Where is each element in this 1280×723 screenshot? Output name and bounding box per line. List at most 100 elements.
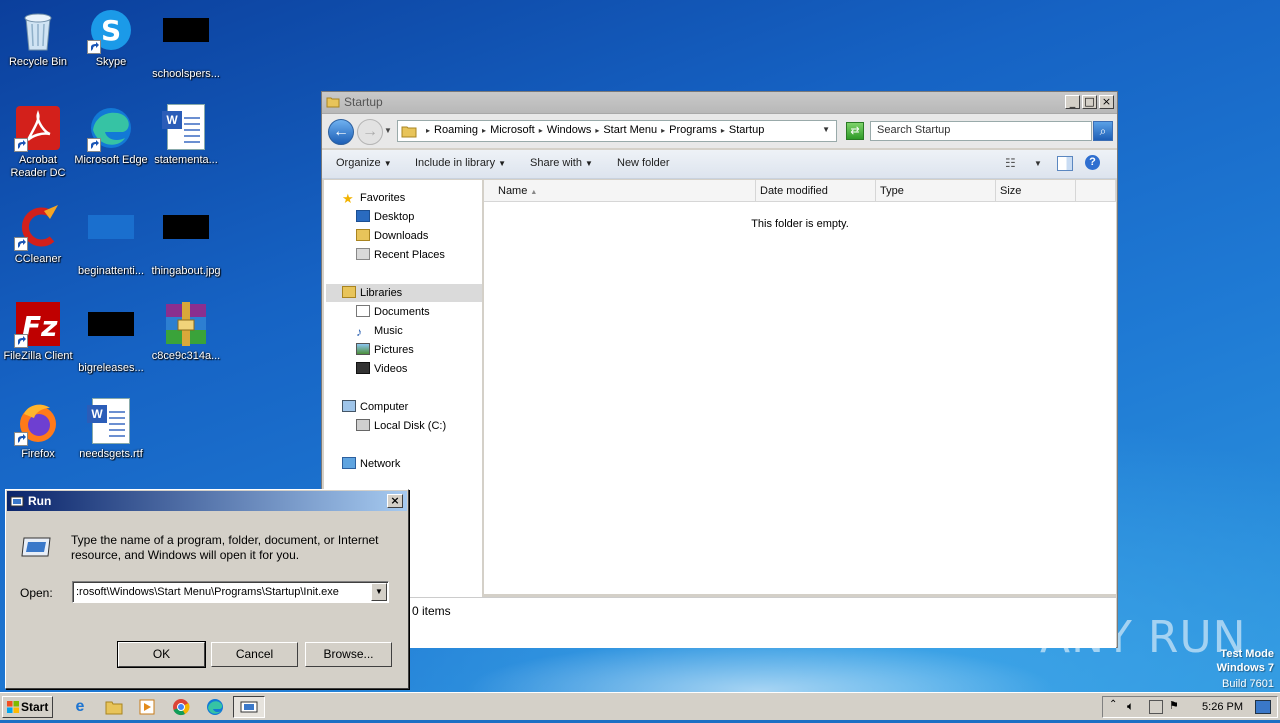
taskbar-run-dialog[interactable] bbox=[233, 696, 265, 718]
preview-pane-icon[interactable] bbox=[1057, 156, 1073, 171]
nav-pictures-label: Pictures bbox=[374, 344, 414, 356]
minimize-button[interactable]: _ bbox=[1065, 95, 1080, 109]
action-center-flag-icon[interactable]: ⚑ bbox=[1169, 699, 1179, 712]
column-header-name[interactable]: Name ▲ bbox=[484, 180, 756, 202]
breadcrumb-roaming[interactable]: Roaming bbox=[434, 124, 478, 138]
desktop-icon-ccleaner[interactable]: CCleaner bbox=[0, 203, 76, 266]
maximize-button[interactable]: □ bbox=[1082, 95, 1097, 109]
breadcrumb: ▸ Roaming ▸ Microsoft ▸ Windows ▸ Start … bbox=[426, 124, 764, 138]
desktop-icon-filezilla[interactable]: Fz FileZilla Client bbox=[0, 300, 76, 363]
desktop-icon-thingabout[interactable]: thingabout.jpg bbox=[148, 203, 224, 278]
folder-icon bbox=[105, 701, 123, 715]
include-in-library-menu[interactable]: Include in library ▼ bbox=[415, 157, 506, 169]
nav-network[interactable]: Network bbox=[342, 455, 400, 473]
file-icon bbox=[87, 215, 135, 263]
clock[interactable]: 5:26 PM bbox=[1202, 701, 1243, 713]
nav-local-disk[interactable]: Local Disk (C:) bbox=[356, 417, 446, 435]
ok-button[interactable]: OK bbox=[117, 641, 206, 668]
nav-pictures[interactable]: Pictures bbox=[356, 341, 414, 359]
new-folder-button[interactable]: New folder bbox=[617, 157, 670, 169]
shortcut-arrow-icon bbox=[14, 432, 28, 446]
column-header-size[interactable]: Size bbox=[996, 180, 1076, 202]
desktop-icon-recycle-bin[interactable]: Recycle Bin bbox=[0, 6, 76, 69]
change-view-icon[interactable]: ☷ bbox=[1005, 156, 1016, 170]
breadcrumb-separator-icon[interactable]: ▸ bbox=[595, 124, 599, 138]
nav-computer[interactable]: Computer bbox=[342, 398, 408, 416]
breadcrumb-startup[interactable]: Startup bbox=[729, 124, 764, 138]
documents-icon bbox=[356, 305, 370, 317]
taskbar-internet-explorer[interactable]: e bbox=[68, 696, 92, 718]
taskbar-chrome[interactable] bbox=[169, 696, 193, 718]
organize-label: Organize bbox=[336, 157, 381, 169]
image-file-icon bbox=[162, 18, 210, 66]
network-status-icon[interactable] bbox=[1149, 700, 1163, 714]
desktop-icon-schoolspers[interactable]: schoolspers... bbox=[148, 6, 224, 81]
close-button[interactable]: × bbox=[1099, 95, 1114, 109]
start-button[interactable]: Start bbox=[2, 696, 53, 718]
run-titlebar[interactable]: Run × bbox=[7, 491, 407, 511]
back-button[interactable]: ← bbox=[328, 119, 354, 145]
desktop-icon-beginattention[interactable]: beginattenti... bbox=[73, 203, 149, 278]
volume-icon[interactable]: 🔈︎ bbox=[1127, 699, 1134, 714]
column-header-type[interactable]: Type bbox=[876, 180, 996, 202]
nav-downloads[interactable]: Downloads bbox=[356, 227, 428, 245]
desktop-icon-bigreleases[interactable]: bigreleases... bbox=[73, 300, 149, 375]
desktop-icon-winrar-archive[interactable]: c8ce9c314a... bbox=[148, 300, 224, 363]
forward-button[interactable]: → bbox=[357, 119, 383, 145]
taskbar-edge[interactable] bbox=[203, 696, 227, 718]
window-title: Startup bbox=[344, 95, 383, 109]
refresh-button[interactable]: ⇄ bbox=[846, 122, 864, 140]
taskbar-explorer[interactable] bbox=[102, 696, 126, 718]
help-icon[interactable]: ? bbox=[1085, 155, 1100, 170]
nav-libraries[interactable]: Libraries bbox=[342, 284, 402, 302]
breadcrumb-start-menu[interactable]: Start Menu bbox=[603, 124, 657, 138]
cancel-button[interactable]: Cancel bbox=[211, 642, 298, 667]
recent-pages-chevron-icon[interactable]: ▼ bbox=[384, 126, 392, 135]
browse-button[interactable]: Browse... bbox=[305, 642, 392, 667]
desktop-icon-statement[interactable]: W statementa... bbox=[148, 104, 224, 167]
desktop-icon-firefox[interactable]: Firefox bbox=[0, 398, 76, 461]
breadcrumb-separator-icon[interactable]: ▸ bbox=[426, 124, 430, 138]
breadcrumb-separator-icon[interactable]: ▸ bbox=[539, 124, 543, 138]
details-pane: 0 items bbox=[324, 597, 1116, 648]
address-dropdown-icon[interactable]: ▼ bbox=[822, 125, 830, 134]
shortcut-arrow-icon bbox=[87, 40, 101, 54]
desktop-icon-acrobat[interactable]: Acrobat Reader DC bbox=[0, 104, 76, 180]
desktop-icon-skype[interactable]: S Skype bbox=[73, 6, 149, 69]
view-options-chevron-icon[interactable]: ▼ bbox=[1034, 159, 1042, 168]
search-input[interactable]: Search Startup bbox=[870, 121, 1092, 141]
open-input-value[interactable]: :rosoft\Windows\Start Menu\Programs\Star… bbox=[76, 586, 339, 598]
breadcrumb-windows[interactable]: Windows bbox=[547, 124, 592, 138]
breadcrumb-microsoft[interactable]: Microsoft bbox=[490, 124, 535, 138]
run-dialog[interactable]: Run × Type the name of a program, folder… bbox=[5, 489, 409, 689]
nav-videos[interactable]: Videos bbox=[356, 360, 407, 378]
explorer-titlebar[interactable]: Startup _ □ × bbox=[322, 92, 1117, 114]
taskbar-media-player[interactable] bbox=[135, 696, 159, 718]
show-hidden-icons-icon[interactable]: ⌃ bbox=[1109, 699, 1117, 710]
desktop-icon-edge[interactable]: Microsoft Edge bbox=[73, 104, 149, 167]
nav-music[interactable]: ♪ Music bbox=[356, 322, 403, 340]
show-desktop-icon[interactable] bbox=[1255, 700, 1271, 714]
explorer-window[interactable]: Startup _ □ × ← → ▼ ▸ Roaming ▸ Microsof… bbox=[321, 91, 1118, 648]
search-button[interactable]: ⌕ bbox=[1093, 121, 1113, 141]
nav-favorites[interactable]: ★ Favorites bbox=[342, 189, 405, 207]
address-bar[interactable]: ▸ Roaming ▸ Microsoft ▸ Windows ▸ Start … bbox=[397, 120, 837, 142]
breadcrumb-programs[interactable]: Programs bbox=[669, 124, 717, 138]
share-with-menu[interactable]: Share with ▼ bbox=[530, 157, 593, 169]
nav-documents[interactable]: Documents bbox=[356, 303, 430, 321]
navigation-bar: ← → ▼ ▸ Roaming ▸ Microsoft ▸ Windows ▸ … bbox=[322, 114, 1117, 148]
file-list[interactable]: Name ▲ Date modified Type Size This fold… bbox=[484, 180, 1116, 594]
breadcrumb-separator-icon[interactable]: ▸ bbox=[661, 124, 665, 138]
desktop-icon-needsgets[interactable]: W needsgets.rtf bbox=[73, 398, 149, 461]
nav-recent-places[interactable]: Recent Places bbox=[356, 246, 445, 264]
open-dropdown-button[interactable]: ▼ bbox=[371, 583, 387, 601]
column-header-date-modified[interactable]: Date modified bbox=[756, 180, 876, 202]
run-title: Run bbox=[28, 494, 52, 508]
nav-desktop[interactable]: Desktop bbox=[356, 208, 414, 226]
svg-text:S: S bbox=[101, 14, 121, 47]
run-close-button[interactable]: × bbox=[387, 494, 403, 508]
breadcrumb-separator-icon[interactable]: ▸ bbox=[721, 124, 725, 138]
organize-menu[interactable]: Organize ▼ bbox=[336, 157, 392, 169]
open-combobox[interactable]: :rosoft\Windows\Start Menu\Programs\Star… bbox=[72, 581, 389, 603]
breadcrumb-separator-icon[interactable]: ▸ bbox=[482, 124, 486, 138]
